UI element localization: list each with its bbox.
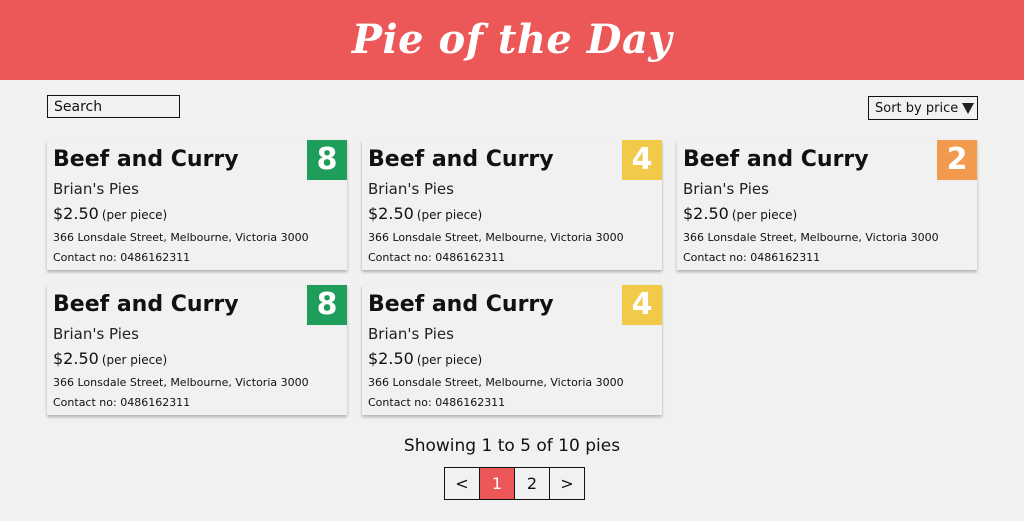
- next-page-button[interactable]: >: [550, 468, 584, 499]
- address: 366 Lonsdale Street, Melbourne, Victoria…: [368, 231, 624, 244]
- shop-name: Brian's Pies: [53, 180, 139, 198]
- price: $2.50: [683, 204, 729, 223]
- contact-number: Contact no: 0486162311: [368, 251, 506, 264]
- contact-number: Contact no: 0486162311: [683, 251, 821, 264]
- page-title: Pie of the Day: [351, 16, 673, 63]
- rating-badge: 4: [622, 140, 662, 180]
- price: $2.50: [368, 204, 414, 223]
- price-unit: (per piece): [101, 208, 168, 222]
- price-unit: (per piece): [731, 208, 798, 222]
- page-2-button[interactable]: 2: [515, 468, 550, 499]
- address: 366 Lonsdale Street, Melbourne, Victoria…: [683, 231, 939, 244]
- shop-name: Brian's Pies: [53, 325, 139, 343]
- rating-badge: 8: [307, 140, 347, 180]
- address: 366 Lonsdale Street, Melbourne, Victoria…: [368, 376, 624, 389]
- pie-name: Beef and Curry: [53, 147, 239, 172]
- results-count: Showing 1 to 5 of 10 pies: [403, 436, 621, 456]
- price-row: $2.50 (per piece): [683, 204, 797, 223]
- pie-card[interactable]: Beef and Curry 4 Brian's Pies $2.50 (per …: [362, 285, 662, 415]
- pie-card[interactable]: Beef and Curry 8 Brian's Pies $2.50 (per …: [47, 140, 347, 270]
- shop-name: Brian's Pies: [368, 180, 454, 198]
- price-row: $2.50 (per piece): [368, 349, 482, 368]
- rating-badge: 8: [307, 285, 347, 325]
- pie-card[interactable]: Beef and Curry 4 Brian's Pies $2.50 (per …: [362, 140, 662, 270]
- price-row: $2.50 (per piece): [53, 349, 167, 368]
- pie-name: Beef and Curry: [53, 292, 239, 317]
- pie-name: Beef and Curry: [368, 147, 554, 172]
- contact-number: Contact no: 0486162311: [53, 251, 191, 264]
- header-bar: Pie of the Day: [0, 0, 1024, 80]
- price-unit: (per piece): [416, 208, 483, 222]
- price: $2.50: [53, 349, 99, 368]
- contact-number: Contact no: 0486162311: [53, 396, 191, 409]
- page-1-button[interactable]: 1: [480, 468, 515, 499]
- pie-card[interactable]: Beef and Curry 8 Brian's Pies $2.50 (per …: [47, 285, 347, 415]
- caret-down-icon: [962, 102, 975, 114]
- price-unit: (per piece): [416, 353, 483, 367]
- shop-name: Brian's Pies: [683, 180, 769, 198]
- price: $2.50: [53, 204, 99, 223]
- contact-number: Contact no: 0486162311: [368, 396, 506, 409]
- address: 366 Lonsdale Street, Melbourne, Victoria…: [53, 231, 309, 244]
- address: 366 Lonsdale Street, Melbourne, Victoria…: [53, 376, 309, 389]
- search-input[interactable]: [47, 95, 180, 118]
- sort-by-price-dropdown[interactable]: Sort by price: [868, 96, 978, 120]
- sort-label: Sort by price: [875, 100, 959, 116]
- pie-name: Beef and Curry: [683, 147, 869, 172]
- rating-badge: 4: [622, 285, 662, 325]
- price-row: $2.50 (per piece): [53, 204, 167, 223]
- shop-name: Brian's Pies: [368, 325, 454, 343]
- pagination: < 1 2 >: [444, 467, 585, 500]
- pie-card[interactable]: Beef and Curry 2 Brian's Pies $2.50 (per …: [677, 140, 977, 270]
- rating-badge: 2: [937, 140, 977, 180]
- price-row: $2.50 (per piece): [368, 204, 482, 223]
- pie-name: Beef and Curry: [368, 292, 554, 317]
- price-unit: (per piece): [101, 353, 168, 367]
- price: $2.50: [368, 349, 414, 368]
- prev-page-button[interactable]: <: [445, 468, 480, 499]
